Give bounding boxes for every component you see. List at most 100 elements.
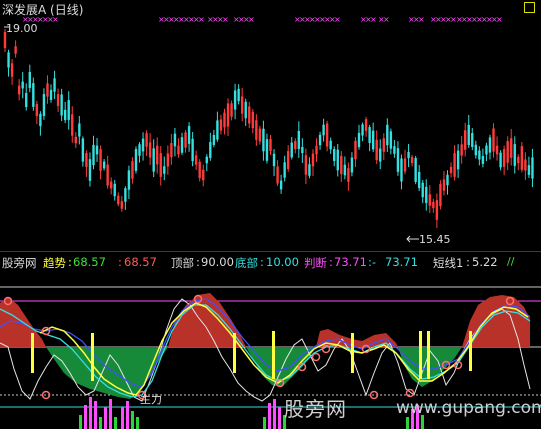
trend-value: 68.57 bbox=[73, 255, 106, 269]
short-value: 5.22 bbox=[472, 255, 498, 269]
candle-body bbox=[481, 156, 485, 164]
candle-body bbox=[343, 164, 347, 176]
candle-body bbox=[446, 174, 449, 186]
candle-body bbox=[371, 130, 375, 150]
candle-body bbox=[308, 164, 311, 176]
candle-body bbox=[495, 145, 499, 155]
candle-body bbox=[74, 136, 77, 144]
scroll-glyph-icon[interactable]: // bbox=[507, 255, 514, 268]
candle-body bbox=[223, 112, 226, 128]
candle-body bbox=[531, 157, 534, 179]
candle-body bbox=[467, 124, 470, 146]
candle-body bbox=[124, 188, 127, 202]
candle-body bbox=[46, 83, 49, 97]
candle-body bbox=[456, 150, 460, 170]
candle-body bbox=[255, 120, 258, 140]
candle-body bbox=[502, 149, 506, 167]
candle-body bbox=[194, 155, 198, 165]
candle-body bbox=[311, 153, 315, 167]
candle-body bbox=[318, 134, 322, 146]
candle-body bbox=[364, 119, 368, 131]
candle-body bbox=[527, 165, 531, 175]
dash-value: 73.71 bbox=[385, 255, 418, 269]
candle-body bbox=[315, 145, 318, 155]
candle-body bbox=[488, 137, 492, 153]
candle-body bbox=[297, 130, 301, 150]
candle-body bbox=[106, 164, 109, 186]
candle-body bbox=[233, 90, 237, 110]
candle-body bbox=[35, 104, 39, 116]
candle-body bbox=[134, 149, 138, 171]
candle-body bbox=[237, 88, 240, 102]
candle-body bbox=[170, 143, 173, 157]
candle-body bbox=[120, 201, 124, 209]
candle-body bbox=[439, 183, 442, 207]
signal-marker: × bbox=[222, 15, 229, 24]
candle-body bbox=[85, 153, 88, 167]
candle-body bbox=[272, 153, 276, 167]
candle-body bbox=[325, 123, 329, 147]
candle-body bbox=[258, 128, 262, 142]
candle-body bbox=[205, 156, 208, 164]
candle-body bbox=[177, 145, 180, 155]
candle-body bbox=[60, 94, 63, 116]
bottom-value: 10.00 bbox=[266, 255, 299, 269]
candle-body bbox=[202, 169, 205, 181]
candle-body bbox=[71, 114, 74, 136]
candle-body bbox=[382, 138, 385, 152]
candle-body bbox=[520, 146, 524, 170]
pane-divider bbox=[0, 251, 541, 252]
high-price-label: 19.00 bbox=[6, 22, 38, 35]
candle-body bbox=[393, 146, 396, 154]
candle-body bbox=[216, 120, 219, 140]
judge-colon: : bbox=[329, 255, 333, 269]
candle-body bbox=[340, 155, 343, 175]
signal-marker: × bbox=[370, 15, 377, 24]
candle-body bbox=[99, 149, 102, 171]
candle-body bbox=[156, 145, 159, 165]
candle-body bbox=[499, 152, 502, 168]
candle-body bbox=[141, 138, 145, 152]
candle-body bbox=[102, 161, 106, 169]
second-colon: : bbox=[118, 255, 122, 269]
candle-body bbox=[435, 200, 439, 220]
signal-marker: × bbox=[418, 15, 425, 24]
candle-body bbox=[510, 138, 513, 158]
candle-body bbox=[294, 141, 297, 149]
candle-body bbox=[407, 151, 410, 159]
candle-body bbox=[375, 139, 378, 161]
candle-body bbox=[92, 144, 95, 166]
candle-body bbox=[95, 145, 99, 155]
candle-body bbox=[513, 144, 516, 166]
watermark-url: www.gupang.com bbox=[396, 398, 541, 418]
candle-body bbox=[485, 145, 488, 155]
candle-body bbox=[138, 144, 141, 156]
top-colon: : bbox=[196, 255, 200, 269]
trend-colon: : bbox=[68, 255, 72, 269]
candle-body bbox=[453, 153, 456, 177]
candle-body bbox=[49, 89, 53, 101]
candle-body bbox=[492, 128, 495, 152]
price-chart: ××××××× ××××××××× ×××× ×××× ××××××××× ××× ×× ××… bbox=[3, 15, 534, 243]
candle-body bbox=[63, 109, 67, 121]
candle-body bbox=[21, 81, 24, 89]
candle-body bbox=[283, 162, 286, 178]
candle-body bbox=[198, 161, 201, 179]
candle-body bbox=[276, 166, 279, 184]
signal-marker: × bbox=[248, 15, 255, 24]
candle-body bbox=[159, 153, 162, 177]
candle-body bbox=[336, 149, 339, 171]
candle-body bbox=[386, 124, 389, 146]
signal-marker: × bbox=[383, 15, 390, 24]
candle-body bbox=[226, 103, 230, 127]
candle-body bbox=[113, 183, 116, 197]
candle-body bbox=[524, 159, 527, 171]
candle-body bbox=[219, 119, 223, 131]
window-toggle-icon[interactable] bbox=[524, 2, 535, 13]
candle-body bbox=[368, 127, 371, 143]
candle-body bbox=[148, 142, 152, 158]
candle-body bbox=[110, 181, 113, 189]
candle-body bbox=[163, 166, 166, 174]
zhuli-label: 主力 bbox=[140, 393, 162, 406]
candle-body bbox=[301, 146, 304, 154]
